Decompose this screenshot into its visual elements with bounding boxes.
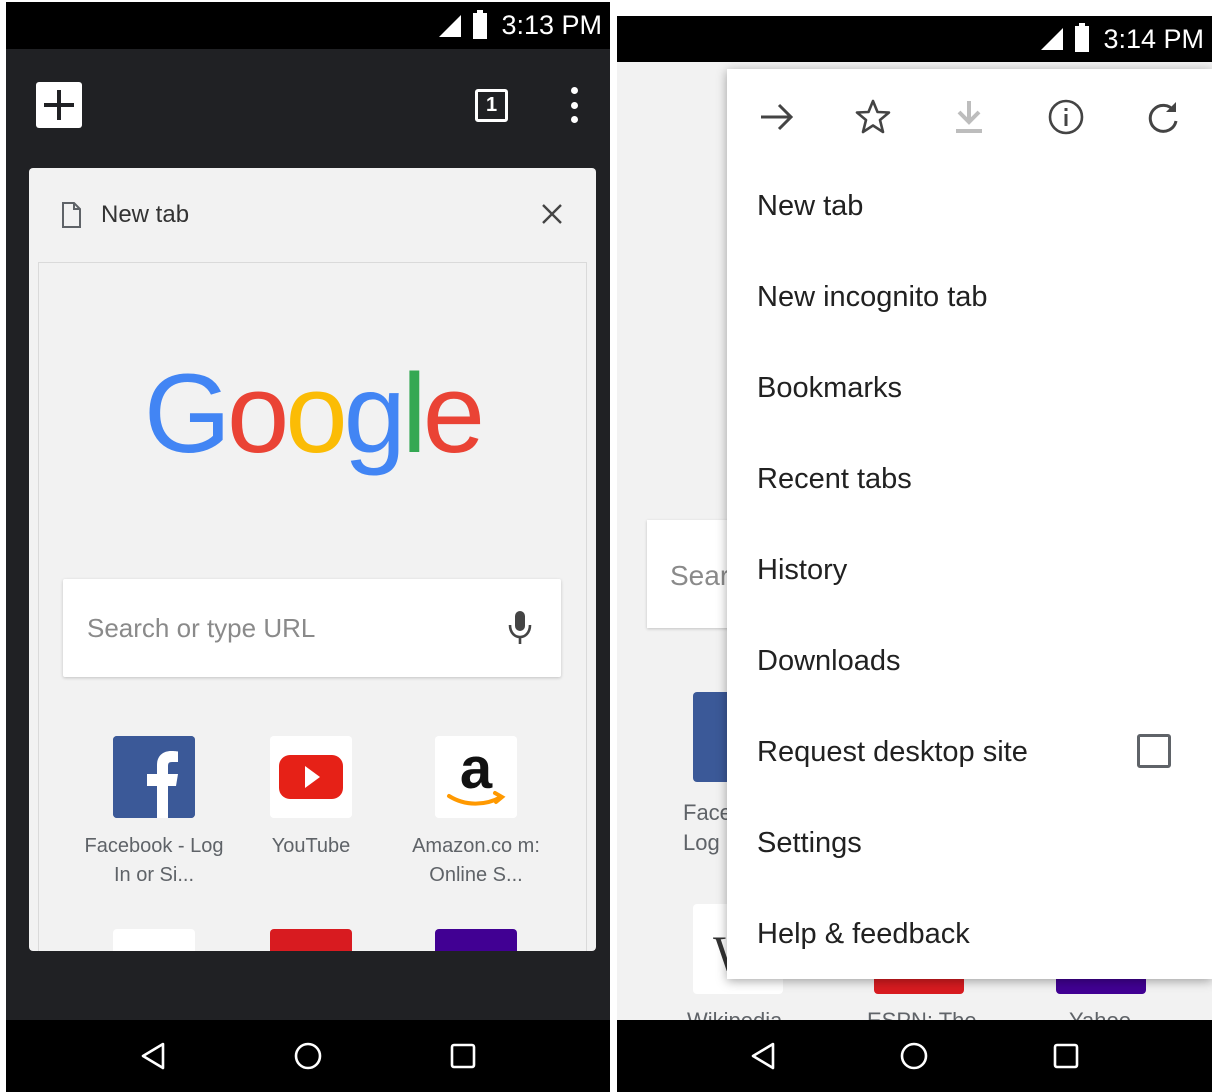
facebook-icon xyxy=(113,736,195,818)
tab-card[interactable]: New tab Google Search or type URL Facebo… xyxy=(29,168,596,951)
navigation-bar xyxy=(6,1020,610,1092)
menu-item-bookmarks[interactable]: Bookmarks xyxy=(757,368,902,408)
menu-item-history[interactable]: History xyxy=(757,550,847,590)
menu-item-downloads[interactable]: Downloads xyxy=(757,641,900,681)
menu-item-help-feedback[interactable]: Help & feedback xyxy=(757,914,970,954)
recents-icon[interactable] xyxy=(1046,1036,1086,1076)
left-phone-screen: 3:13 PM 1 New tab Google Search or type … xyxy=(6,2,610,1092)
tile-partial[interactable] xyxy=(270,929,352,951)
menu-item-request-desktop-site[interactable]: Request desktop site xyxy=(757,732,1028,772)
menu-item-new-incognito-tab[interactable]: New incognito tab xyxy=(757,277,988,317)
close-icon[interactable] xyxy=(541,203,563,225)
right-phone-screen: 3:14 PM Sear Face Log I W Wikipedia ESPN… xyxy=(617,16,1212,1092)
google-logo: Google xyxy=(39,349,586,478)
page-icon xyxy=(62,202,81,228)
tile-partial[interactable] xyxy=(113,929,195,951)
menu-item-recent-tabs[interactable]: Recent tabs xyxy=(757,459,912,499)
request-desktop-site-checkbox[interactable] xyxy=(1137,734,1171,768)
info-icon[interactable] xyxy=(1046,97,1086,137)
tab-switcher-toolbar: 1 xyxy=(6,49,610,159)
tile-label-line: Face xyxy=(683,800,732,825)
download-icon[interactable] xyxy=(949,97,989,137)
status-time: 3:13 PM xyxy=(501,10,602,40)
new-tab-button[interactable] xyxy=(36,82,82,128)
tile-facebook[interactable]: Facebook - Log In or Si... xyxy=(79,736,229,890)
recents-icon[interactable] xyxy=(443,1036,483,1076)
plus-icon xyxy=(44,90,74,120)
tab-title: New tab xyxy=(101,201,190,228)
background-search-text: Sear xyxy=(670,560,730,591)
tile-amazon[interactable]: a Amazon.co m: Online S... xyxy=(401,736,551,890)
home-icon[interactable] xyxy=(288,1036,328,1076)
tile-partial[interactable] xyxy=(435,929,517,951)
reload-icon[interactable] xyxy=(1143,97,1183,137)
home-icon[interactable] xyxy=(894,1036,934,1076)
microphone-icon[interactable] xyxy=(507,609,533,647)
amazon-icon: a xyxy=(435,736,517,818)
tile-label: YouTube xyxy=(271,835,351,857)
search-input[interactable] xyxy=(85,609,465,647)
overflow-menu: New tab New incognito tab Bookmarks Rece… xyxy=(727,69,1212,979)
background-tile-label: Face Log I xyxy=(683,798,732,858)
back-icon[interactable] xyxy=(133,1036,173,1076)
menu-action-row xyxy=(727,69,1212,169)
youtube-icon xyxy=(270,736,352,818)
logo-letter: g xyxy=(343,351,406,476)
tile-label: Amazon.co m: Online S... xyxy=(412,835,540,886)
svg-text:a: a xyxy=(460,736,493,801)
menu-item-settings[interactable]: Settings xyxy=(757,823,862,863)
menu-item-new-tab[interactable]: New tab xyxy=(757,186,863,226)
logo-letter: o xyxy=(227,351,289,476)
back-icon[interactable] xyxy=(743,1036,783,1076)
tile-label-line: Log I xyxy=(683,830,732,855)
logo-letter: G xyxy=(143,351,231,476)
tab-card-header: New tab xyxy=(29,168,596,260)
battery-icon xyxy=(473,9,488,39)
signal-icon xyxy=(1041,28,1064,50)
status-time: 3:14 PM xyxy=(1103,23,1204,54)
tab-count-button[interactable]: 1 xyxy=(475,89,508,122)
tab-preview: Google Facebook - Log In or Si... xyxy=(38,262,587,951)
logo-letter: o xyxy=(285,351,347,476)
search-box[interactable] xyxy=(63,579,561,677)
tile-youtube[interactable]: YouTube xyxy=(236,736,386,861)
status-bar: 3:13 PM xyxy=(6,2,610,49)
signal-icon xyxy=(439,14,462,37)
battery-icon xyxy=(1075,23,1090,52)
forward-icon[interactable] xyxy=(757,97,797,137)
tile-label: Facebook - Log In or Si... xyxy=(84,835,224,886)
navigation-bar xyxy=(617,1020,1212,1092)
status-bar: 3:14 PM xyxy=(617,16,1212,62)
bookmark-star-icon[interactable] xyxy=(853,97,893,137)
logo-letter: e xyxy=(422,351,485,476)
logo-letter: l xyxy=(401,351,427,476)
more-options-icon[interactable] xyxy=(564,87,584,123)
